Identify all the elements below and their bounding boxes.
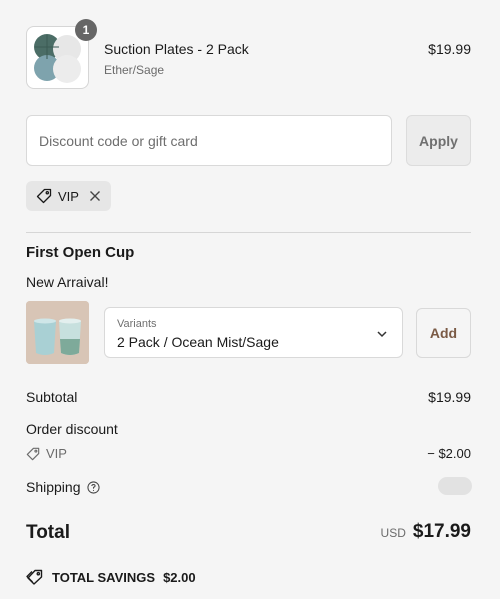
shipping-label: Shipping <box>26 479 81 495</box>
tag-icon <box>26 447 40 461</box>
apply-button[interactable]: Apply <box>406 115 471 166</box>
order-discount-label: Order discount <box>26 421 118 437</box>
upsell-subtitle: New Arraival! <box>26 274 109 290</box>
close-icon <box>89 191 100 201</box>
quantity-badge: 1 <box>75 19 97 41</box>
shipping-placeholder <box>438 477 472 495</box>
discount-code-line: VIP <box>26 446 67 461</box>
applied-code: VIP <box>58 188 79 204</box>
total-label: Total <box>26 522 70 543</box>
currency-code: USD <box>380 526 406 540</box>
help-circle-icon[interactable] <box>86 480 100 494</box>
item-variant: Ether/Sage <box>104 63 165 77</box>
total-savings: TOTAL SAVINGS $2.00 <box>26 569 196 585</box>
savings-value: $2.00 <box>163 569 196 585</box>
item-price: $19.99 <box>428 41 471 57</box>
open-cup-image <box>26 301 89 364</box>
variant-select-value: 2 Pack / Ocean Mist/Sage <box>117 334 279 350</box>
total-amount: $17.99 <box>412 521 471 542</box>
upsell-title: First Open Cup <box>26 244 135 261</box>
remove-discount-button[interactable] <box>89 190 101 202</box>
item-title: Suction Plates - 2 Pack <box>104 41 249 57</box>
savings-label: TOTAL SAVINGS <box>52 569 156 585</box>
discount-code-input[interactable] <box>26 115 392 166</box>
discount-code-name: VIP <box>46 446 67 461</box>
total-amount-group: USD $17.99 <box>381 521 471 543</box>
variant-select-label: Variants <box>117 318 157 330</box>
discount-amount: − $2.00 <box>427 446 471 461</box>
section-divider <box>26 232 471 233</box>
applied-discount-chip: VIP <box>26 181 111 211</box>
variant-select[interactable]: Variants 2 Pack / Ocean Mist/Sage <box>104 307 403 358</box>
subtotal-value: $19.99 <box>428 389 471 405</box>
chevron-down-icon <box>376 327 388 345</box>
add-upsell-button[interactable]: Add <box>416 308 471 358</box>
savings-tag-icon <box>26 569 44 585</box>
tag-icon <box>36 188 52 204</box>
subtotal-label: Subtotal <box>26 389 78 405</box>
shipping-row: Shipping <box>26 479 100 495</box>
